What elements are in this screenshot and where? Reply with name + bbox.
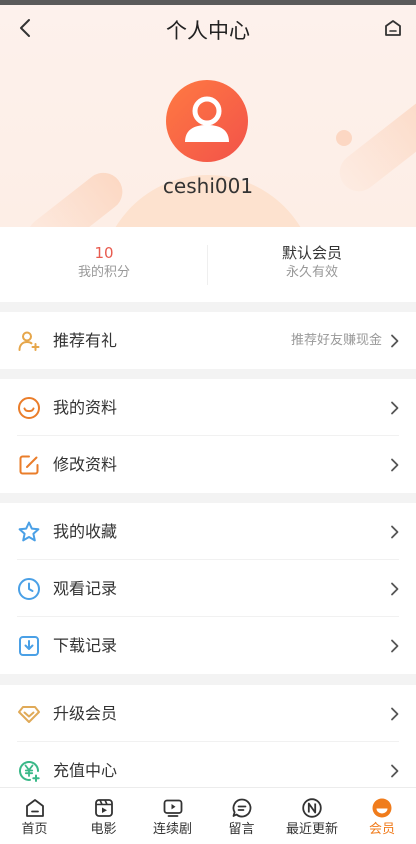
tab-movies[interactable]: 电影 — [69, 788, 138, 844]
message-icon — [232, 798, 251, 818]
menu-item-my-profile[interactable]: 我的资料 — [0, 379, 416, 436]
chevron-right-icon — [391, 458, 399, 472]
tab-label: 电影 — [90, 822, 117, 837]
menu-item-referral[interactable]: 推荐有礼 推荐好友赚现金 — [0, 312, 416, 369]
stats-panel: 10 我的积分 默认会员 永久有效 — [0, 227, 416, 302]
points-stat[interactable]: 10 我的积分 — [0, 243, 208, 282]
chevron-right-icon — [391, 525, 399, 539]
new-icon — [302, 798, 322, 818]
download-icon — [19, 636, 39, 656]
membership-label: 永久有效 — [285, 265, 338, 280]
bottom-tab-bar: 首页 电影 连续剧 留言 最近更新 会员 — [0, 787, 416, 844]
menu-item-downloads[interactable]: 下载记录 — [0, 617, 416, 674]
tab-label: 连续剧 — [152, 822, 192, 837]
menu-item-label: 我的收藏 — [53, 522, 118, 541]
avatar[interactable] — [166, 80, 248, 162]
tab-member[interactable]: 会员 — [348, 788, 416, 844]
tab-label: 首页 — [21, 822, 48, 837]
home-icon[interactable] — [383, 18, 403, 38]
records-group: 我的收藏 观看记录 下载记录 — [0, 503, 416, 674]
points-label: 我的积分 — [77, 265, 130, 280]
referral-group: 推荐有礼 推荐好友赚现金 — [0, 312, 416, 369]
member-icon — [372, 798, 392, 818]
menu-item-label: 升级会员 — [53, 704, 118, 723]
smile-icon — [18, 397, 40, 419]
menu-item-label: 充值中心 — [53, 761, 118, 780]
menu-item-upgrade[interactable]: 升级会员 — [0, 685, 416, 742]
menu-item-history[interactable]: 观看记录 — [0, 560, 416, 617]
tab-label: 最近更新 — [285, 822, 338, 837]
chevron-right-icon — [391, 764, 399, 778]
clock-icon — [18, 578, 40, 600]
tab-label: 留言 — [228, 822, 255, 837]
chevron-right-icon — [391, 401, 399, 415]
navigation-bar: 个人中心 — [0, 5, 416, 51]
chevron-right-icon — [391, 707, 399, 721]
points-value: 10 — [94, 244, 114, 262]
membership-group: 升级会员 充值中心 — [0, 685, 416, 799]
membership-value: 默认会员 — [281, 244, 342, 262]
page-title: 个人中心 — [166, 19, 250, 43]
chevron-right-icon — [391, 639, 399, 653]
edit-icon — [19, 455, 39, 475]
tab-messages[interactable]: 留言 — [207, 788, 276, 844]
tab-recent-updates[interactable]: 最近更新 — [276, 788, 348, 844]
username: ceshi001 — [162, 174, 254, 198]
menu-item-favorites[interactable]: 我的收藏 — [0, 503, 416, 560]
membership-stat[interactable]: 默认会员 永久有效 — [208, 243, 416, 282]
tab-series[interactable]: 连续剧 — [138, 788, 207, 844]
chevron-right-icon — [391, 334, 399, 348]
banner-decoration — [336, 130, 352, 146]
chevron-right-icon — [391, 582, 399, 596]
tab-label: 会员 — [368, 822, 395, 837]
menu-item-label: 下载记录 — [53, 636, 118, 655]
tv-series-icon — [163, 799, 182, 817]
menu-item-hint: 推荐好友赚现金 — [290, 333, 382, 348]
star-icon — [18, 521, 40, 542]
diamond-icon — [18, 706, 40, 723]
menu-item-label: 我的资料 — [53, 398, 118, 417]
yuan-coin-icon — [19, 760, 40, 782]
tab-home[interactable]: 首页 — [0, 788, 69, 844]
user-add-icon — [18, 331, 40, 351]
profile-group: 我的资料 修改资料 — [0, 379, 416, 493]
menu-item-label: 推荐有礼 — [53, 331, 118, 350]
menu-item-label: 观看记录 — [53, 579, 118, 598]
menu-item-edit-profile[interactable]: 修改资料 — [0, 436, 416, 493]
user-icon — [185, 96, 229, 142]
menu-item-label: 修改资料 — [53, 455, 118, 474]
movie-icon — [94, 799, 113, 817]
home-icon — [25, 799, 44, 817]
